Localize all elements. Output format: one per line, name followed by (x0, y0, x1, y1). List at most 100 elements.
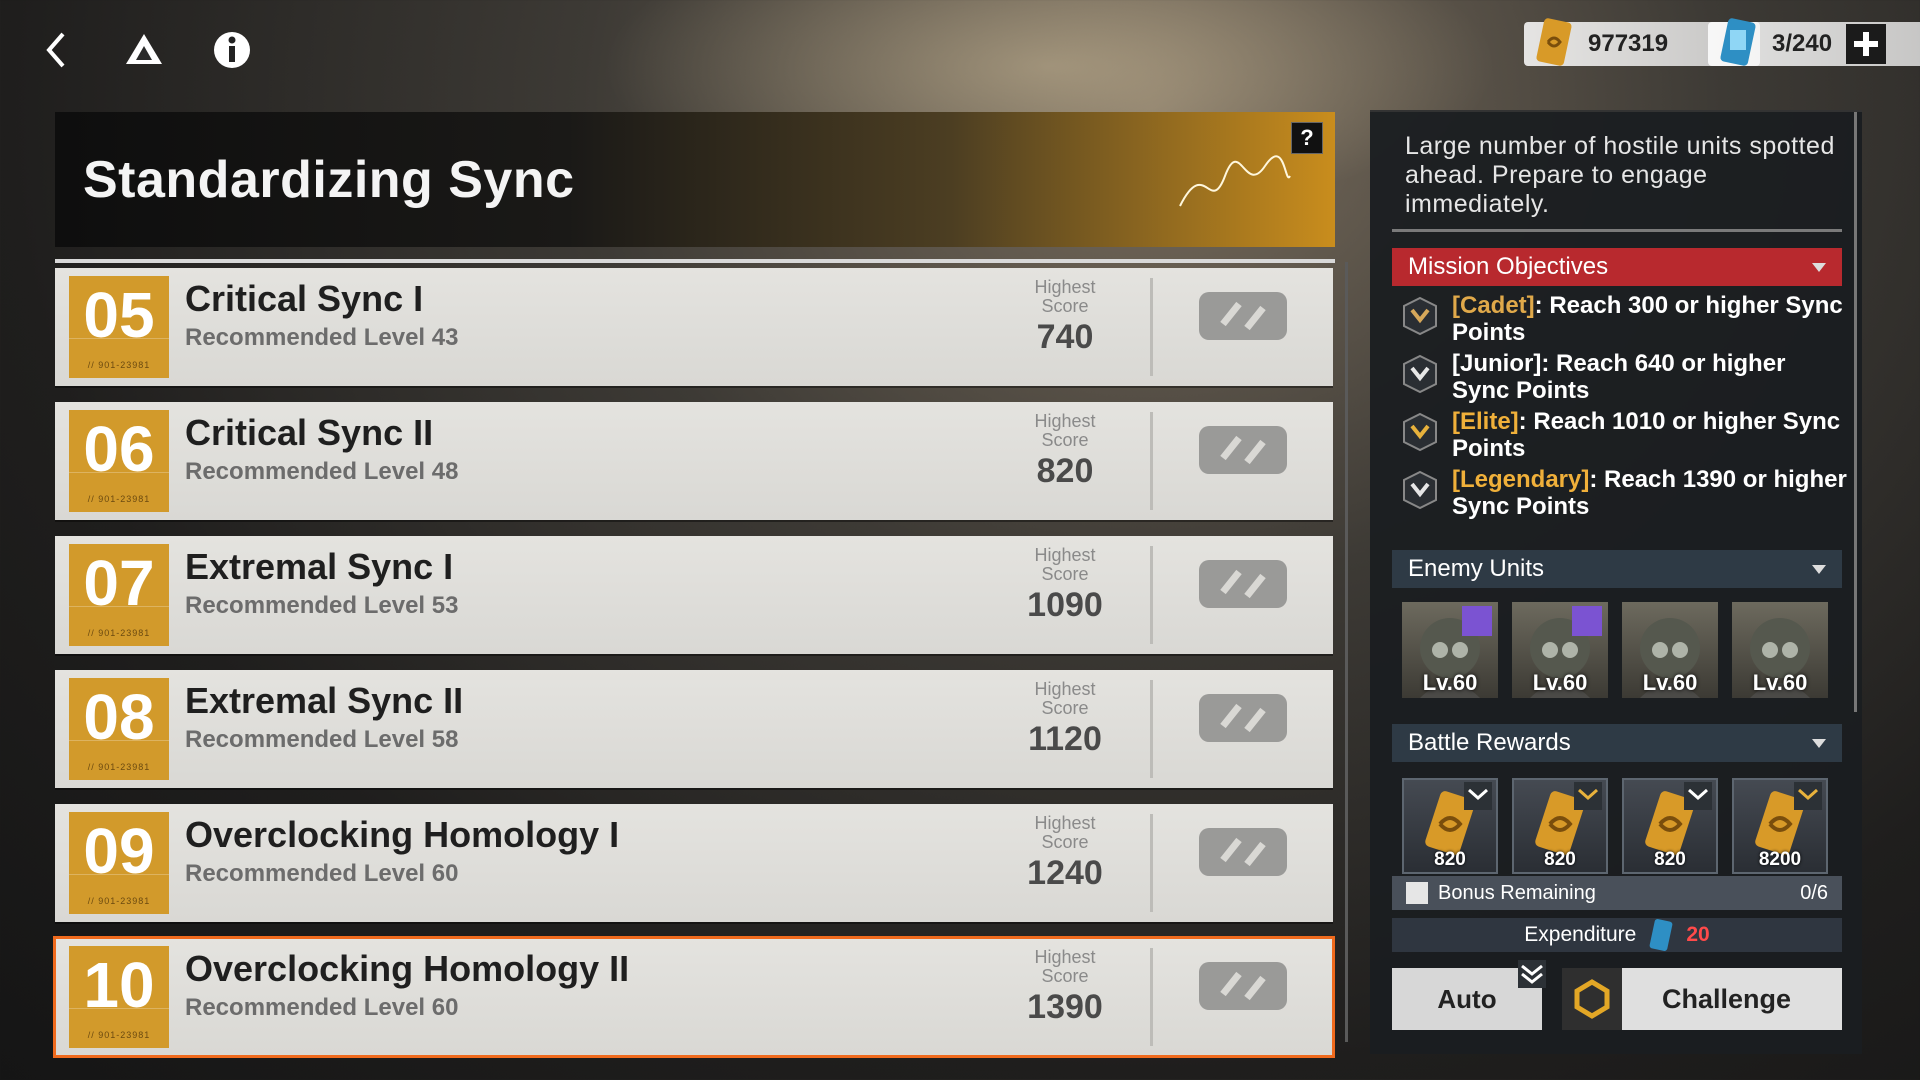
credits-value: 977319 (1588, 30, 1669, 57)
stage-name: Overclocking Homology I (185, 814, 620, 855)
bonus-remaining-bar: Bonus Remaining 0/6 (1392, 876, 1842, 910)
stage-number-badge: 06 // 901-23981 (69, 410, 169, 512)
highest-score-value: 740 (1036, 318, 1094, 356)
reward-amount: 820 (1544, 849, 1576, 870)
objective-tier: [Junior] (1452, 350, 1542, 377)
signature-decoration-icon (1179, 155, 1291, 207)
chevron-down-icon (1812, 262, 1826, 272)
stage-divider (1150, 278, 1153, 376)
page-title: Standardizing Sync (83, 151, 575, 209)
elite-badge-icon (1572, 606, 1602, 636)
auto-button-label: Auto (1437, 983, 1497, 1014)
stage-number: 05 (83, 279, 155, 351)
stage-divider (1150, 814, 1153, 912)
enemy-card[interactable]: Lv.60 (1732, 602, 1828, 698)
stamina-chip-icon (1720, 18, 1756, 66)
reward-card[interactable]: 820 (1622, 778, 1718, 874)
reward-amount: 820 (1434, 849, 1466, 870)
stage-number: 08 (83, 681, 155, 753)
legendary-tier-icon (1518, 960, 1546, 988)
triangle-logo-icon (126, 34, 162, 64)
stage-row[interactable]: 08 // 901-23981 Extremal Sync II Recomme… (55, 670, 1333, 788)
bonus-remaining-label: Bonus Remaining (1438, 881, 1596, 904)
stage-name: Critical Sync I (185, 278, 424, 319)
stage-number-badge: 10 // 901-23981 (69, 946, 169, 1048)
stage-code: // 901-23981 (87, 628, 151, 638)
chevron-left-icon (46, 32, 65, 68)
highest-score-label: Highest Score (1034, 947, 1096, 986)
home-button[interactable] (116, 22, 172, 78)
highest-score-value: 1120 (1028, 720, 1102, 758)
stage-code: // 901-23981 (87, 1030, 151, 1040)
highest-score-value: 1390 (1027, 988, 1103, 1026)
challenge-button-label: Challenge (1662, 983, 1792, 1014)
add-stamina-button[interactable] (1846, 24, 1886, 64)
enemy-level: Lv.60 (1642, 670, 1698, 695)
stage-code: // 901-23981 (87, 762, 151, 772)
stage-name: Critical Sync II (185, 412, 434, 453)
stage-list-scrollbar[interactable] (1345, 262, 1348, 1042)
mission-objectives-header[interactable]: Mission Objectives (1392, 248, 1842, 286)
upload-arrow-icon (1406, 882, 1428, 904)
junior-tier-icon (1684, 782, 1712, 810)
battle-rewards-header[interactable]: Battle Rewards (1392, 724, 1842, 762)
stage-divider (1150, 948, 1153, 1046)
stage-recommended-level: Recommended Level 60 (185, 860, 459, 887)
highest-score-value: 1240 (1027, 854, 1103, 892)
stage-divider (1150, 412, 1153, 510)
enemy-card[interactable]: Lv.60 (1512, 602, 1608, 698)
help-button[interactable]: ? (1291, 122, 1323, 154)
legendary-tier-icon (1464, 782, 1492, 810)
reward-card[interactable]: 8200 (1732, 778, 1828, 874)
stage-name: Extremal Sync I (185, 546, 454, 587)
enemy-level: Lv.60 (1532, 670, 1588, 695)
sync-emblem-icon (1199, 426, 1287, 474)
stage-row[interactable]: 10 // 901-23981 Overclocking Homology II… (53, 936, 1335, 1058)
stage-recommended-level: Recommended Level 58 (185, 726, 459, 753)
stage-row[interactable]: 05 // 901-23981 Critical Sync I Recommen… (55, 268, 1333, 386)
mode-banner: Standardizing Sync ? (55, 112, 1335, 247)
sync-emblem-icon (1199, 560, 1287, 608)
plus-icon (1854, 32, 1878, 56)
enemy-units-header[interactable]: Enemy Units (1392, 550, 1842, 588)
tier-badge-icon (1403, 296, 1437, 336)
stage-row[interactable]: 06 // 901-23981 Critical Sync II Recomme… (55, 402, 1333, 520)
stage-number-badge: 05 // 901-23981 (69, 276, 169, 378)
objective-tier: [Elite] (1452, 408, 1519, 435)
stage-number-badge: 09 // 901-23981 (69, 812, 169, 914)
expenditure-label: Expenditure (1524, 923, 1637, 946)
objective-tier: [Cadet] (1452, 292, 1535, 319)
stage-code: // 901-23981 (87, 360, 151, 370)
objective-text: [Elite]: Reach 1010 or higher Sync Point… (1452, 408, 1847, 462)
reward-card[interactable]: 820 (1512, 778, 1608, 874)
stage-number: 10 (83, 949, 155, 1021)
stage-row[interactable]: 09 // 901-23981 Overclocking Homology I … (55, 804, 1333, 922)
tier-badge-icon (1403, 354, 1437, 394)
credit-card-icon (1536, 18, 1572, 66)
highest-score-label: Highest Score (1034, 277, 1096, 316)
expenditure-cost: 20 (1686, 923, 1710, 946)
reward-card[interactable]: 820 (1402, 778, 1498, 874)
info-button[interactable] (204, 22, 260, 78)
challenge-button[interactable]: Challenge (1562, 968, 1842, 1030)
stage-row[interactable]: 07 // 901-23981 Extremal Sync I Recommen… (55, 536, 1333, 654)
info-icon (214, 32, 250, 68)
objective-tier: [Legendary] (1452, 466, 1590, 493)
enemy-card[interactable]: Lv.60 (1402, 602, 1498, 698)
objective-text: [Junior]: Reach 640 or higher Sync Point… (1452, 350, 1847, 404)
stage-code: // 901-23981 (87, 494, 151, 504)
stage-code: // 901-23981 (87, 896, 151, 906)
hexagon-icon (1562, 968, 1622, 1030)
enemy-level: Lv.60 (1752, 670, 1808, 695)
objective-text: [Cadet]: Reach 300 or higher Sync Points (1452, 292, 1847, 346)
sync-emblem-icon (1199, 962, 1287, 1010)
panel-scrollbar[interactable] (1854, 112, 1857, 712)
back-button[interactable] (28, 22, 84, 78)
cadet-tier-icon (1794, 782, 1822, 810)
enemy-card[interactable]: Lv.60 (1622, 602, 1718, 698)
tier-badge-icon (1403, 412, 1437, 452)
stage-number: 09 (83, 815, 155, 887)
expenditure-bar: Expenditure 20 (1392, 918, 1842, 952)
stamina-chip-icon (1649, 919, 1673, 951)
stage-recommended-level: Recommended Level 48 (185, 458, 459, 485)
